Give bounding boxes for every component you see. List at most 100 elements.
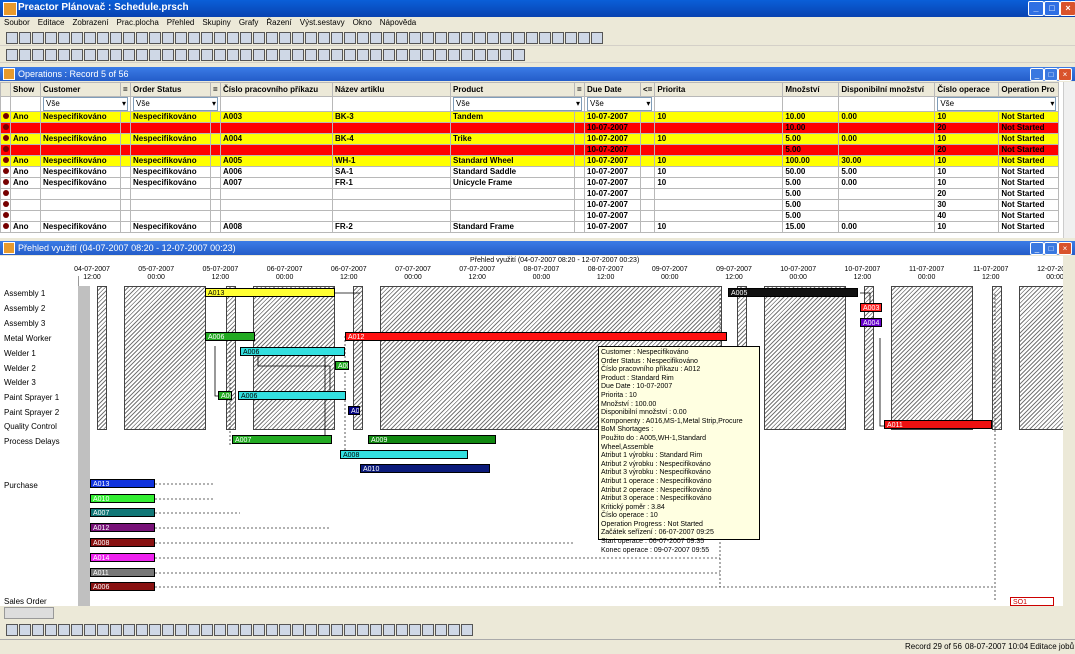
menu-item[interactable]: Přehled	[163, 17, 199, 29]
toolbar-button-icon[interactable]	[227, 624, 239, 636]
purchase-bar[interactable]: A011	[90, 568, 155, 577]
toolbar-button-icon[interactable]	[136, 32, 148, 44]
toolbar-button-icon[interactable]	[318, 32, 330, 44]
toolbar-button-icon[interactable]	[422, 32, 434, 44]
gantt-bar[interactable]: A007	[218, 391, 232, 400]
toolbar-button-icon[interactable]	[32, 49, 44, 61]
gantt-bar[interactable]: A011	[884, 420, 992, 429]
toolbar-button-icon[interactable]	[45, 624, 57, 636]
gantt-bar[interactable]: A008	[348, 406, 360, 415]
gantt-bar[interactable]: A010	[360, 464, 490, 473]
toolbar-button-icon[interactable]	[331, 624, 343, 636]
toolbar-button-icon[interactable]	[318, 49, 330, 61]
due-date-filter[interactable]: Vše	[587, 97, 653, 111]
gantt-bar[interactable]: A006	[205, 332, 255, 341]
toolbar-button-icon[interactable]	[110, 32, 122, 44]
gantt-close-button[interactable]: ×	[1058, 242, 1072, 255]
toolbar-button-icon[interactable]	[123, 624, 135, 636]
menu-item[interactable]: Zobrazení	[68, 17, 112, 29]
product-filter[interactable]: Vše	[453, 97, 582, 111]
toolbar-button-icon[interactable]	[422, 624, 434, 636]
gantt-bar[interactable]: A008	[340, 450, 468, 459]
close-button[interactable]: ×	[1060, 1, 1075, 16]
toolbar-button-icon[interactable]	[409, 49, 421, 61]
menu-item[interactable]: Nápověda	[376, 17, 420, 29]
menu-item[interactable]: Editace	[34, 17, 69, 29]
toolbar-button-icon[interactable]	[383, 624, 395, 636]
table-row[interactable]: 10-07-2007 5.00 40 Not Started	[0, 210, 1060, 222]
toolbar-button-icon[interactable]	[45, 32, 57, 44]
toolbar-button-icon[interactable]	[253, 49, 265, 61]
toolbar-button-icon[interactable]	[227, 49, 239, 61]
toolbar-button-icon[interactable]	[84, 32, 96, 44]
toolbar-button-icon[interactable]	[331, 49, 343, 61]
toolbar-button-icon[interactable]	[97, 49, 109, 61]
toolbar-button-icon[interactable]	[539, 32, 551, 44]
toolbar-button-icon[interactable]	[149, 49, 161, 61]
toolbar-button-icon[interactable]	[513, 32, 525, 44]
purchase-bar[interactable]: A007	[90, 508, 155, 517]
sales-order-bar[interactable]: SO1	[1010, 597, 1054, 606]
toolbar-button-icon[interactable]	[162, 624, 174, 636]
purchase-bar[interactable]: A012	[90, 523, 155, 532]
ops-minimize-button[interactable]: _	[1030, 68, 1044, 81]
toolbar-button-icon[interactable]	[448, 624, 460, 636]
table-row[interactable]: Ano Nespecifikováno Nespecifikováno A006 SA-…	[0, 166, 1060, 178]
column-header[interactable]: Show	[10, 82, 41, 97]
gantt-bar[interactable]: A005	[728, 288, 858, 297]
table-row[interactable]: Ano Nespecifikováno Nespecifikováno A004 BK-…	[0, 133, 1060, 145]
toolbar-button-icon[interactable]	[19, 49, 31, 61]
toolbar-button-icon[interactable]	[279, 624, 291, 636]
operations-scrollbar[interactable]	[1063, 82, 1075, 238]
toolbar-button-icon[interactable]	[305, 32, 317, 44]
gantt-bar[interactable]: A006	[238, 391, 346, 400]
toolbar-button-icon[interactable]	[32, 624, 44, 636]
toolbar-button-icon[interactable]	[461, 624, 473, 636]
toolbar-button-icon[interactable]	[344, 624, 356, 636]
column-header[interactable]: Customer	[40, 82, 121, 97]
zoom-controls[interactable]	[4, 607, 54, 619]
toolbar-button-icon[interactable]	[71, 49, 83, 61]
toolbar-button-icon[interactable]	[357, 49, 369, 61]
toolbar-button-icon[interactable]	[279, 49, 291, 61]
maximize-button[interactable]: □	[1044, 1, 1060, 16]
menu-item[interactable]: Soubor	[0, 17, 34, 29]
toolbar-button-icon[interactable]	[578, 32, 590, 44]
gantt-horizontal-scrollbar[interactable]	[0, 606, 1075, 619]
table-row[interactable]: Ano Nespecifikováno Nespecifikováno A007 FR-…	[0, 177, 1060, 189]
menu-item[interactable]: Skupiny	[198, 17, 234, 29]
toolbar-button-icon[interactable]	[84, 624, 96, 636]
toolbar-button-icon[interactable]	[19, 32, 31, 44]
toolbar-button-icon[interactable]	[136, 624, 148, 636]
purchase-bar[interactable]: A014	[90, 553, 155, 562]
toolbar-button-icon[interactable]	[188, 49, 200, 61]
toolbar-button-icon[interactable]	[149, 624, 161, 636]
toolbar-button-icon[interactable]	[292, 32, 304, 44]
toolbar-button-icon[interactable]	[214, 32, 226, 44]
toolbar-button-icon[interactable]	[370, 624, 382, 636]
toolbar-button-icon[interactable]	[422, 49, 434, 61]
toolbar-button-icon[interactable]	[84, 49, 96, 61]
toolbar-button-icon[interactable]	[162, 49, 174, 61]
gantt-minimize-button[interactable]: _	[1030, 242, 1044, 255]
toolbar-button-icon[interactable]	[240, 49, 252, 61]
column-header[interactable]: =	[120, 82, 131, 97]
gantt-bar[interactable]: A007	[335, 361, 349, 370]
gantt-bar[interactable]: A006	[240, 347, 345, 356]
toolbar-button-icon[interactable]	[227, 32, 239, 44]
toolbar-button-icon[interactable]	[58, 624, 70, 636]
column-header[interactable]: <=	[639, 82, 656, 97]
column-header[interactable]: Disponibilní množství	[838, 82, 936, 97]
toolbar-button-icon[interactable]	[474, 32, 486, 44]
column-header[interactable]: Název artiklu	[332, 82, 451, 97]
toolbar-button-icon[interactable]	[45, 49, 57, 61]
toolbar-button-icon[interactable]	[201, 32, 213, 44]
toolbar-button-icon[interactable]	[344, 32, 356, 44]
toolbar-button-icon[interactable]	[435, 49, 447, 61]
column-header[interactable]: Číslo operace	[934, 82, 1000, 97]
column-header[interactable]: Operation Pro	[998, 82, 1060, 97]
toolbar-button-icon[interactable]	[240, 624, 252, 636]
gantt-bar[interactable]: A013	[205, 288, 335, 297]
column-header[interactable]: Množství	[782, 82, 840, 97]
purchase-bar[interactable]: A010	[90, 494, 155, 503]
